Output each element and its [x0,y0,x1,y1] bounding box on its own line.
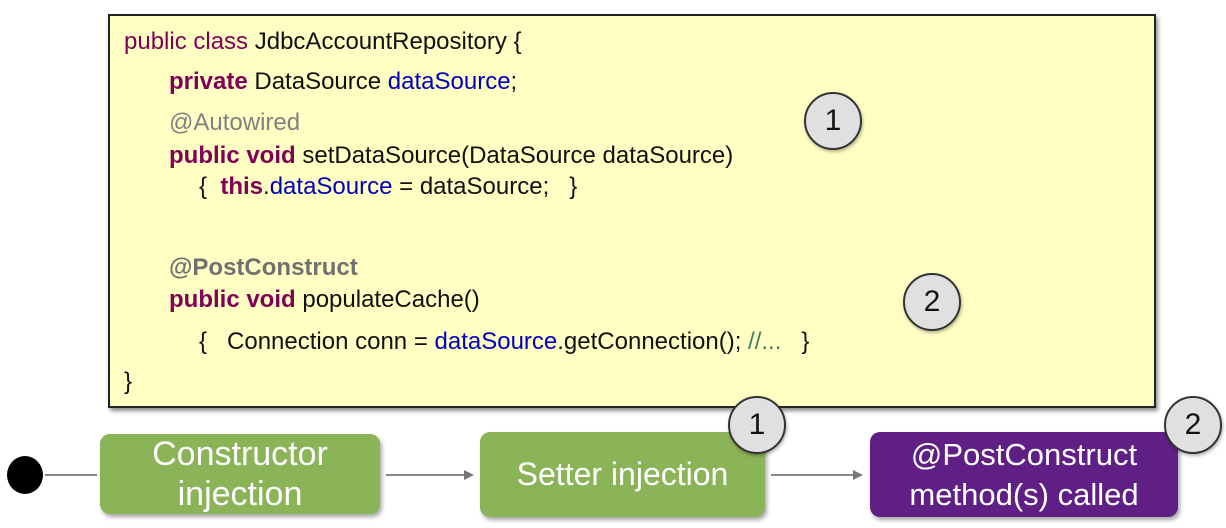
code-token: DataSource [254,68,388,95]
code-token: = dataSource; } [392,173,578,200]
code-token: { Connection conn = [199,328,435,355]
code-line: public void setDataSource(DataSource dat… [169,142,733,170]
marker-2-flow: 2 [1164,396,1222,454]
code-panel: public class JdbcAccountRepository { priv… [108,14,1156,408]
code-line: public class JdbcAccountRepository { [124,28,522,56]
step3-line1: @PostConstruct [910,436,1138,472]
step1-line2: injection [177,475,303,513]
connector [45,474,97,476]
step3-line2: method(s) called [909,476,1139,512]
code-token: dataSource [387,68,511,95]
code-token: setDataSource(DataSource dataSource) [302,142,734,169]
code-token: public void [169,286,303,313]
code-token: { [199,173,221,200]
code-token: populateCache() [302,286,480,313]
code-token: @Autowired [169,109,301,136]
code-line: { Connection conn = dataSource.getConnec… [199,328,809,356]
code-token: private [169,68,255,95]
start-node [7,456,43,494]
marker-1-code: 1 [804,92,862,150]
marker-1-flow: 1 [728,396,786,454]
code-token: } [781,328,810,355]
code-token: . [263,173,270,200]
marker-2-code: 2 [903,273,961,331]
code-line: public void populateCache() [169,286,480,314]
step2-label: Setter injection [516,456,729,492]
code-token: dataSource [434,328,558,355]
code-token: //... [748,328,782,355]
code-token: public class [124,28,255,55]
code-token: public void [169,142,303,169]
code-line: { this.dataSource = dataSource; } [199,173,577,201]
arrow-2 [771,474,853,476]
code-token: .getConnection(); [557,328,749,355]
constructor-injection-step: Constructor injection [100,434,380,514]
code-line: private DataSource dataSource; [169,68,517,96]
code-line: @Autowired [169,109,300,137]
step1-line1: Constructor [152,435,328,473]
code-line: @PostConstruct [169,254,358,282]
arrowhead-icon [853,470,863,480]
code-token: } [124,368,133,395]
code-token: ; [510,68,518,95]
setter-injection-step: Setter injection [480,432,765,517]
code-token: @PostConstruct [169,254,358,281]
code-token: dataSource [269,173,393,200]
postconstruct-step: @PostConstruct method(s) called [870,432,1178,517]
arrow-1 [386,474,464,476]
arrowhead-icon [464,470,474,480]
code-token: JdbcAccountRepository { [254,28,522,55]
code-token: this [220,173,264,200]
code-line: } [124,368,132,396]
